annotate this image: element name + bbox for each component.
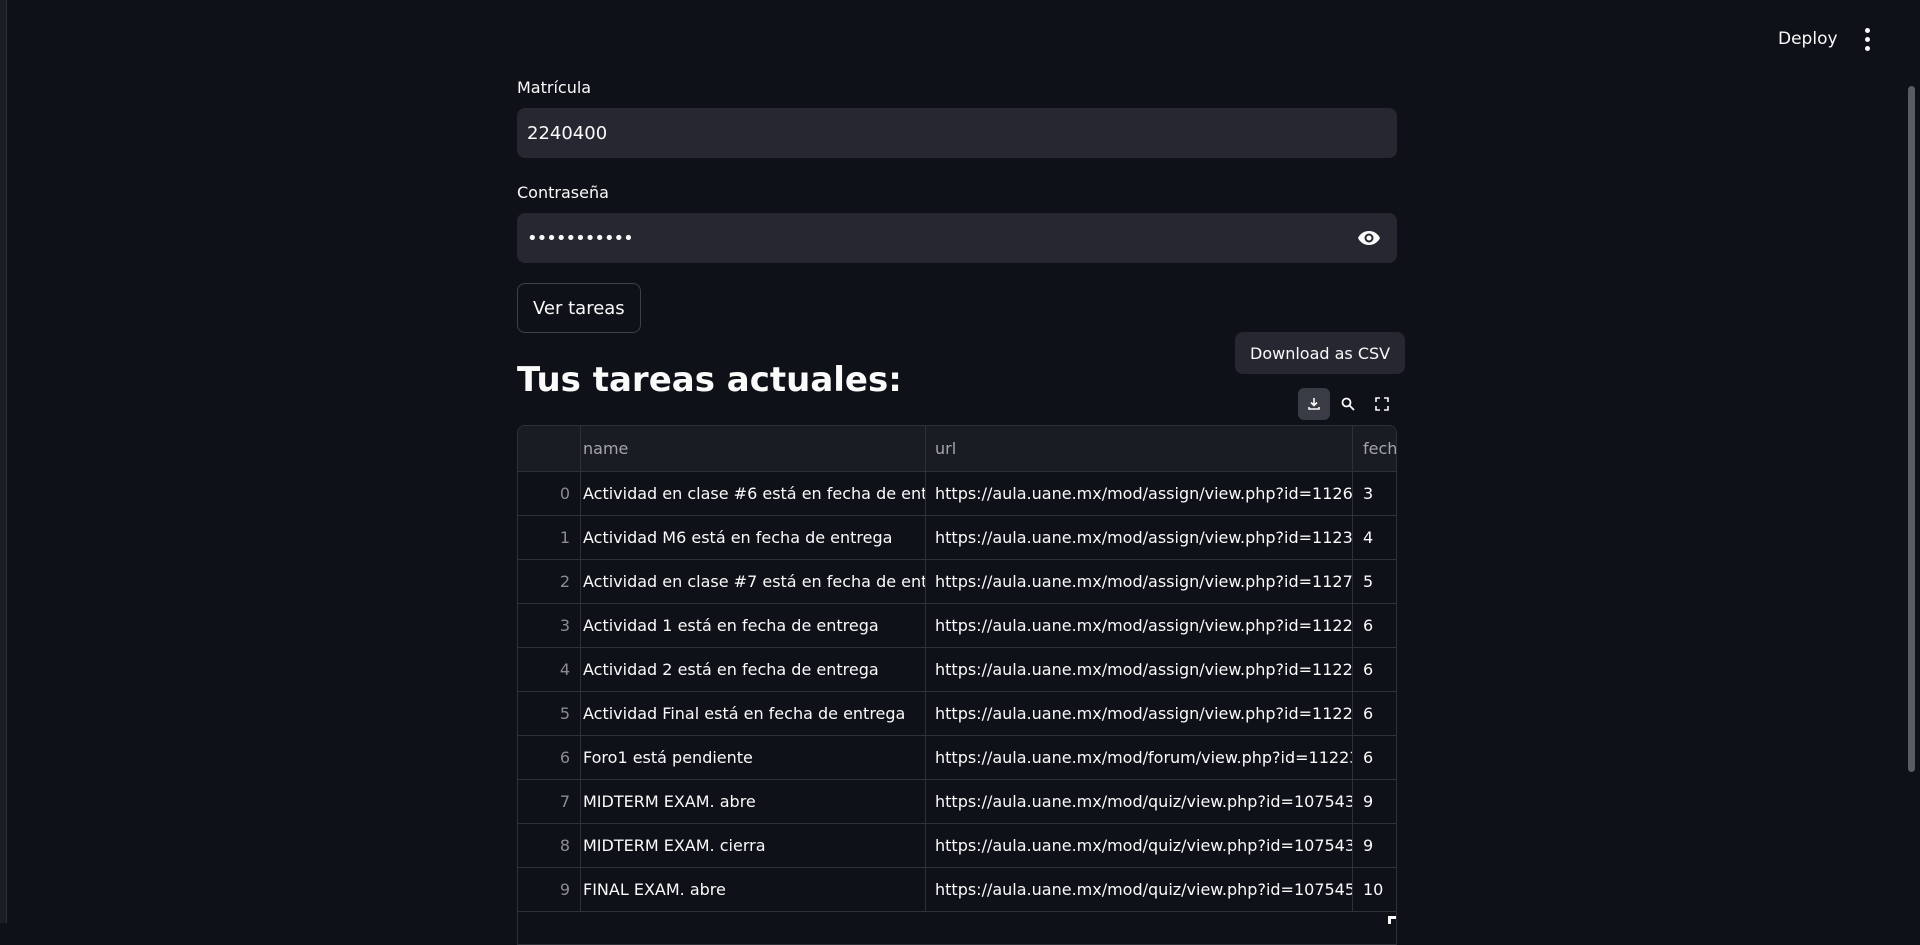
- row-name[interactable]: Foro1 está pendiente: [581, 735, 926, 779]
- row-fecha[interactable]: 6: [1353, 735, 1396, 779]
- row-name[interactable]: Actividad M6 está en fecha de entrega: [581, 515, 926, 559]
- header-index[interactable]: [518, 426, 581, 471]
- download-tooltip: Download as CSV: [1235, 332, 1406, 374]
- menu-dot: [1864, 27, 1870, 33]
- row-name[interactable]: MIDTERM EXAM. cierra: [581, 823, 926, 867]
- row-url[interactable]: https://aula.uane.mx/mod/assign/view.php…: [926, 559, 1353, 603]
- menu-dot: [1864, 36, 1870, 42]
- row-url[interactable]: https://aula.uane.mx/mod/assign/view.php…: [926, 603, 1353, 647]
- row-name[interactable]: Actividad 1 está en fecha de entrega: [581, 603, 926, 647]
- row-url[interactable]: https://aula.uane.mx/mod/quiz/view.php?i…: [926, 779, 1353, 823]
- row-name[interactable]: MIDTERM EXAM. abre: [581, 779, 926, 823]
- eye-icon[interactable]: [1355, 226, 1383, 250]
- row-fecha[interactable]: 9: [1353, 823, 1396, 867]
- password-value: •••••••••••: [527, 227, 634, 249]
- row-url[interactable]: https://aula.uane.mx/mod/assign/view.php…: [926, 471, 1353, 515]
- header-name[interactable]: name: [581, 426, 926, 471]
- row-name[interactable]: FINAL EXAM. abre: [581, 867, 926, 911]
- row-name[interactable]: Actividad en clase #6 está en fecha de e…: [581, 471, 926, 515]
- row-fecha[interactable]: 3: [1353, 471, 1396, 515]
- table-row[interactable]: 3 Actividad 1 está en fecha de entrega h…: [518, 603, 1396, 648]
- fullscreen-icon[interactable]: [1366, 388, 1398, 420]
- row-url[interactable]: https://aula.uane.mx/mod/quiz/view.php?i…: [926, 867, 1353, 911]
- table-row[interactable]: 9 FINAL EXAM. abre https://aula.uane.mx/…: [518, 867, 1396, 912]
- table-row[interactable]: 8 MIDTERM EXAM. cierra https://aula.uane…: [518, 823, 1396, 868]
- table-row[interactable]: 4 Actividad 2 está en fecha de entrega h…: [518, 647, 1396, 692]
- table-header: name url fecha: [518, 426, 1396, 472]
- row-fecha[interactable]: 6: [1353, 647, 1396, 691]
- menu-dot: [1864, 45, 1870, 51]
- row-fecha[interactable]: 5: [1353, 559, 1396, 603]
- row-fecha[interactable]: 6: [1353, 603, 1396, 647]
- row-index: 2: [518, 559, 581, 603]
- row-url[interactable]: https://aula.uane.mx/mod/assign/view.php…: [926, 647, 1353, 691]
- row-name[interactable]: Actividad Final está en fecha de entrega: [581, 691, 926, 735]
- row-name[interactable]: Actividad en clase #7 está en fecha de e…: [581, 559, 926, 603]
- table-row[interactable]: 6 Foro1 está pendiente https://aula.uane…: [518, 735, 1396, 780]
- table-row[interactable]: 7 MIDTERM EXAM. abre https://aula.uane.m…: [518, 779, 1396, 824]
- ver-tareas-button[interactable]: Ver tareas: [517, 283, 641, 333]
- row-fecha[interactable]: 4: [1353, 515, 1396, 559]
- tasks-table[interactable]: name url fecha 0 Actividad en clase #6 e…: [517, 425, 1397, 945]
- password-input[interactable]: •••••••••••: [517, 213, 1397, 263]
- row-name[interactable]: Actividad 2 está en fecha de entrega: [581, 647, 926, 691]
- table-row[interactable]: 0 Actividad en clase #6 está en fecha de…: [518, 471, 1396, 516]
- search-icon[interactable]: [1332, 388, 1364, 420]
- table-row[interactable]: 1 Actividad M6 está en fecha de entrega …: [518, 515, 1396, 560]
- table-row[interactable]: 2 Actividad en clase #7 está en fecha de…: [518, 559, 1396, 604]
- download-icon[interactable]: [1298, 388, 1330, 420]
- row-url[interactable]: https://aula.uane.mx/mod/assign/view.php…: [926, 515, 1353, 559]
- matricula-label: Matrícula: [517, 78, 592, 97]
- row-index: 6: [518, 735, 581, 779]
- row-url[interactable]: https://aula.uane.mx/mod/forum/view.php?…: [926, 735, 1353, 779]
- matricula-value: 2240400: [527, 122, 608, 144]
- row-index: 3: [518, 603, 581, 647]
- row-index: 1: [518, 515, 581, 559]
- table-row[interactable]: 5 Actividad Final está en fecha de entre…: [518, 691, 1396, 736]
- header-url[interactable]: url: [926, 426, 1353, 471]
- row-index: 4: [518, 647, 581, 691]
- table-toolbar: [1298, 388, 1398, 420]
- row-url[interactable]: https://aula.uane.mx/mod/assign/view.php…: [926, 691, 1353, 735]
- row-fecha[interactable]: 10: [1353, 867, 1396, 911]
- row-index: 9: [518, 867, 581, 911]
- more-vertical-icon[interactable]: [1852, 24, 1882, 54]
- header-fecha[interactable]: fecha: [1353, 426, 1396, 471]
- password-label: Contraseña: [517, 183, 609, 202]
- row-fecha[interactable]: 6: [1353, 691, 1396, 735]
- scrollbar-thumb[interactable]: [1908, 86, 1915, 772]
- left-edge: [0, 0, 7, 923]
- results-title: Tus tareas actuales:: [517, 360, 902, 400]
- row-fecha[interactable]: 9: [1353, 779, 1396, 823]
- deploy-button[interactable]: Deploy: [1764, 22, 1852, 56]
- row-index: 0: [518, 471, 581, 515]
- row-index: 7: [518, 779, 581, 823]
- app-header: Deploy: [0, 0, 1920, 78]
- row-index: 8: [518, 823, 581, 867]
- row-index: 5: [518, 691, 581, 735]
- row-url[interactable]: https://aula.uane.mx/mod/quiz/view.php?i…: [926, 823, 1353, 867]
- table-row-partial[interactable]: [518, 911, 1396, 944]
- matricula-input[interactable]: 2240400: [517, 108, 1397, 158]
